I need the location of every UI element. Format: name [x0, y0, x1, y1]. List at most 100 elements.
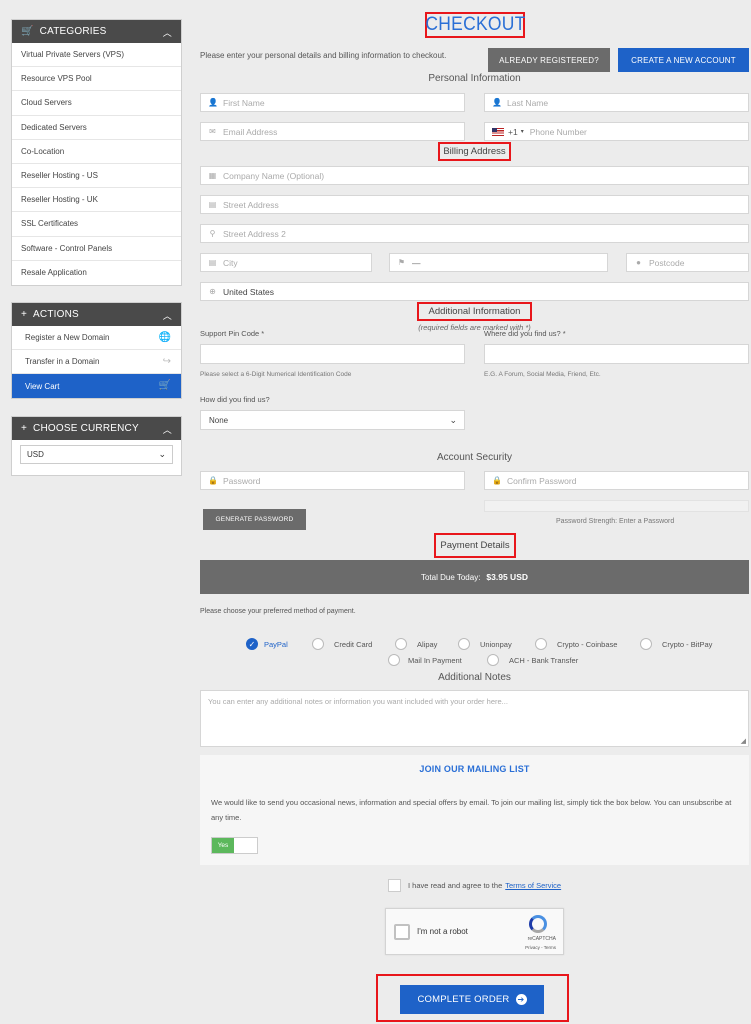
radio-circle-icon	[458, 638, 470, 650]
how-select[interactable]: None ⌄	[200, 410, 465, 430]
chevron-down-icon: ⌄	[449, 415, 457, 425]
sidebar-item-reseller-us[interactable]: Reseller Hosting - US	[12, 164, 181, 189]
sidebar-item-ssl[interactable]: SSL Certificates	[12, 212, 181, 237]
building-icon: ▦	[208, 171, 217, 180]
where-label: Where did you find us? *	[484, 329, 566, 338]
payment-option-crypto-coinbase[interactable]: Crypto - Coinbase	[535, 638, 617, 650]
payment-option-paypal[interactable]: ✓ PayPal	[246, 638, 288, 650]
page-title-text: CHECKOUT	[424, 14, 526, 35]
unionpay-label: Unionpay	[480, 639, 512, 649]
sidebar-item-view-cart[interactable]: View Cart 🛒	[12, 374, 181, 398]
street2-placeholder: Street Address 2	[223, 228, 286, 239]
last-name-field[interactable]: 👤 Last Name	[484, 93, 749, 112]
transfer-domain-label: Transfer in a Domain	[25, 357, 100, 366]
email-field[interactable]: ✉ Email Address	[200, 122, 465, 141]
sidebar-item-resource-vps-pool[interactable]: Resource VPS Pool	[12, 67, 181, 92]
where-input[interactable]	[484, 344, 749, 364]
cart-icon: 🛒	[158, 380, 171, 391]
lock-icon: 🔒	[492, 476, 502, 485]
actions-header[interactable]: + ACTIONS ︿	[12, 303, 181, 326]
first-name-field[interactable]: 👤 First Name	[200, 93, 465, 112]
view-cart-label: View Cart	[25, 381, 60, 391]
complete-order-label: COMPLETE ORDER	[417, 994, 510, 1005]
share-icon: ↪	[162, 356, 171, 367]
generate-password-button[interactable]: GENERATE PASSWORD	[203, 509, 306, 530]
already-registered-button[interactable]: ALREADY REGISTERED?	[488, 48, 610, 72]
cart-icon: 🛒	[21, 26, 34, 37]
company-placeholder: Company Name (Optional)	[223, 170, 325, 181]
payment-option-mail[interactable]: Mail In Payment	[388, 654, 462, 666]
payment-option-alipay[interactable]: Alipay	[395, 638, 437, 650]
city-field[interactable]: ▤ City	[200, 253, 372, 272]
additional-info-text: Additional Information	[428, 306, 521, 317]
resize-handle-icon[interactable]: ◢	[741, 737, 746, 745]
chevron-up-icon[interactable]: ︿	[163, 26, 172, 39]
sidebar-item-dedicated-servers[interactable]: Dedicated Servers	[12, 116, 181, 140]
personal-info-heading: Personal Information	[428, 73, 521, 84]
sidebar-item-register-domain[interactable]: Register a New Domain 🌐	[12, 326, 181, 350]
terms-prefix: I have read and agree to the	[408, 881, 503, 890]
state-value: —	[412, 257, 421, 268]
first-name-placeholder: First Name	[223, 97, 265, 108]
complete-order-button[interactable]: COMPLETE ORDER ➔	[400, 985, 544, 1014]
us-flag-icon[interactable]	[492, 127, 504, 136]
pin-input[interactable]	[200, 344, 465, 364]
terms-link[interactable]: Terms of Service	[505, 881, 561, 890]
payment-option-ach[interactable]: ACH - Bank Transfer	[487, 654, 578, 666]
sidebar-item-vps[interactable]: Virtual Private Servers (VPS)	[12, 43, 181, 68]
sidebar-item-cloud-servers[interactable]: Cloud Servers	[12, 91, 181, 116]
payment-option-credit-card[interactable]: Credit Card	[312, 638, 372, 650]
currency-header[interactable]: + CHOOSE CURRENCY ︿	[12, 417, 181, 440]
recaptcha-links[interactable]: Privacy - Terms	[525, 945, 556, 950]
payment-details-heading: Payment Details	[434, 533, 516, 558]
password-strength-text: Password Strength: Enter a Password	[556, 518, 675, 525]
password-field[interactable]: 🔒 Password	[200, 471, 465, 490]
country-select[interactable]: ⊕ United States	[200, 282, 749, 301]
recaptcha-checkbox[interactable]	[394, 924, 410, 940]
currency-select[interactable]: USD ⌄	[20, 445, 173, 464]
create-account-button[interactable]: CREATE A NEW ACCOUNT	[618, 48, 749, 72]
sidebar-item-resale[interactable]: Resale Application	[12, 261, 181, 285]
circle-icon: ●	[636, 258, 641, 267]
billing-address-text: Billing Address	[443, 146, 506, 157]
chevron-up-icon[interactable]: ︿	[163, 309, 172, 322]
recaptcha-logo-icon	[529, 915, 547, 933]
envelope-icon: ✉	[209, 127, 216, 136]
additional-info-heading: Additional Information	[417, 302, 532, 321]
postcode-field[interactable]: ● Postcode	[626, 253, 749, 272]
payment-option-crypto-bitpay[interactable]: Crypto - BitPay	[640, 638, 712, 650]
actions-panel: + ACTIONS ︿ Register a New Domain 🌐 Tran…	[11, 302, 182, 399]
chevron-up-icon[interactable]: ︿	[163, 423, 172, 436]
required-note: (required fields are marked with *)	[418, 323, 531, 332]
sidebar-item-co-location[interactable]: Co-Location	[12, 140, 181, 164]
country-value: United States	[223, 286, 275, 297]
phone-placeholder: Phone Number	[529, 126, 587, 137]
sidebar-item-reseller-uk[interactable]: Reseller Hosting - UK	[12, 188, 181, 213]
user-icon: 👤	[208, 98, 218, 107]
street-placeholder: Street Address	[223, 199, 279, 210]
where-hint: E.G. A Forum, Social Media, Friend, Etc.	[484, 371, 601, 378]
email-placeholder: Email Address	[223, 126, 278, 137]
street2-field[interactable]: ⚲ Street Address 2	[200, 224, 749, 243]
payment-choose-text: Please choose your preferred method of p…	[200, 608, 356, 615]
complete-order-highlight: COMPLETE ORDER ➔	[376, 974, 569, 1022]
credit-card-label: Credit Card	[334, 639, 373, 649]
how-value: None	[209, 415, 229, 425]
notes-textarea[interactable]: You can enter any additional notes or in…	[200, 690, 749, 747]
state-select[interactable]: ⚑ —	[389, 253, 608, 272]
payment-option-unionpay[interactable]: Unionpay	[458, 638, 512, 650]
notes-placeholder: You can enter any additional notes or in…	[208, 697, 508, 706]
radio-circle-icon	[388, 654, 400, 666]
sidebar-item-transfer-domain[interactable]: Transfer in a Domain ↪	[12, 350, 181, 374]
sidebar-item-control-panels[interactable]: Software - Control Panels	[12, 237, 181, 261]
billing-address-heading: Billing Address	[438, 142, 511, 161]
street-field[interactable]: ▤ Street Address	[200, 195, 749, 214]
company-field[interactable]: ▦ Company Name (Optional)	[200, 166, 749, 185]
terms-checkbox[interactable]	[388, 879, 401, 892]
register-domain-label: Register a New Domain	[25, 333, 110, 342]
phone-field[interactable]: +1 ▾ Phone Number	[484, 122, 749, 141]
categories-header[interactable]: 🛒 CATEGORIES ︿	[12, 20, 181, 43]
intro-text: Please enter your personal details and b…	[200, 51, 447, 60]
confirm-password-field[interactable]: 🔒 Confirm Password	[484, 471, 749, 490]
mailing-list-toggle[interactable]: Yes	[211, 837, 258, 854]
